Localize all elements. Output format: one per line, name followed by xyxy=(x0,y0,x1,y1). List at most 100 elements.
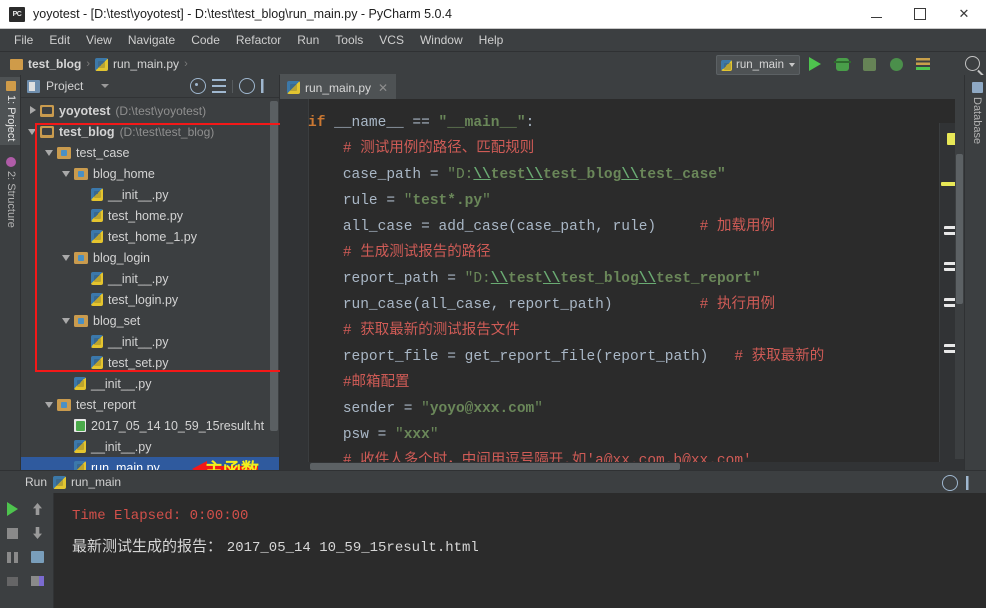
menu-tools[interactable]: Tools xyxy=(327,31,371,49)
menu-navigate[interactable]: Navigate xyxy=(120,31,183,49)
tree-item-yoyotest[interactable]: yoyotest (D:\test\yoyotest) xyxy=(21,100,279,121)
tree-item-test-login-py[interactable]: test_login.py xyxy=(21,289,279,310)
breadcrumb-run-main[interactable]: run_main.py xyxy=(95,57,179,71)
tree-item-blog-set[interactable]: blog_set xyxy=(21,310,279,331)
menu-view[interactable]: View xyxy=(78,31,120,49)
close-button[interactable]: ✕ xyxy=(942,0,986,28)
menu-run[interactable]: Run xyxy=(289,31,327,49)
tree-item-init-py[interactable]: __init__.py xyxy=(21,373,279,394)
project-tree[interactable]: yoyotest (D:\test\yoyotest) test_blog (D:\t… xyxy=(21,98,279,471)
tree-item-label: __init__.py xyxy=(91,376,152,391)
console-report-value: 2017_05_14 10_59_15result.html xyxy=(226,540,479,556)
coverage-button[interactable] xyxy=(858,54,880,74)
menu-help[interactable]: Help xyxy=(471,31,512,49)
project-tool-window: Project yoyotest (D:\test\yoyotest) test_b… xyxy=(21,75,295,481)
code-line: if __name__ == "__main__": xyxy=(308,110,940,136)
code-token: # 执行用例 xyxy=(699,297,775,313)
tree-item-test-home-1-py[interactable]: test_home_1.py xyxy=(21,226,279,247)
tree-twisty-down-icon[interactable] xyxy=(61,168,72,179)
collapse-all-icon[interactable] xyxy=(212,79,226,93)
stop-button[interactable] xyxy=(0,521,25,545)
tree-item-blog-login[interactable]: blog_login xyxy=(21,247,279,268)
close-icon[interactable]: ✕ xyxy=(378,81,388,95)
pause-button[interactable] xyxy=(0,545,25,569)
minimize-button[interactable] xyxy=(854,0,898,28)
gear-icon[interactable] xyxy=(239,78,255,94)
menu-vcs[interactable]: VCS xyxy=(371,31,412,49)
run-configuration-selector[interactable]: run_main xyxy=(716,55,800,75)
hide-panel-icon[interactable] xyxy=(261,79,275,93)
code-token: if xyxy=(308,115,326,131)
gear-icon[interactable] xyxy=(942,475,958,491)
tree-item-label: blog_set xyxy=(93,313,141,328)
breadcrumb-test-blog[interactable]: test_blog xyxy=(10,57,81,71)
print-button[interactable] xyxy=(25,569,50,593)
tree-twisty-down-icon[interactable] xyxy=(44,399,55,410)
code-token: test_blog xyxy=(560,271,639,287)
sidebar-tab-database[interactable]: Database xyxy=(965,79,986,147)
sidebar-tab-structure[interactable]: 2: Structure xyxy=(0,153,20,232)
run-panel-toolbar-left xyxy=(0,493,25,608)
tree-item-test-blog[interactable]: test_blog (D:\test\test_blog) xyxy=(21,121,279,142)
scrollbar-thumb[interactable] xyxy=(310,463,680,470)
tree-twisty-right-icon[interactable] xyxy=(27,105,38,116)
menu-refactor[interactable]: Refactor xyxy=(228,31,289,49)
search-everywhere-icon[interactable] xyxy=(965,56,980,71)
code-token: sender xyxy=(342,401,396,417)
menu-edit[interactable]: Edit xyxy=(41,31,78,49)
code-line: # 测试用例的路径、匹配规则 xyxy=(308,136,940,162)
code-editor[interactable]: if __name__ == "__main__": # 测试用例的路径、匹配规… xyxy=(280,99,986,471)
python-file-icon xyxy=(91,293,103,306)
chevron-down-icon[interactable] xyxy=(101,84,109,88)
console-line-report: 最新测试生成的报告： 2017_05_14 10_59_15result.htm… xyxy=(72,531,986,563)
tree-item-init-py[interactable]: __init__.py xyxy=(21,331,279,352)
maximize-button[interactable] xyxy=(898,0,942,28)
project-tree-scrollbar[interactable] xyxy=(270,101,278,451)
stack-trace-button[interactable] xyxy=(912,54,934,74)
scroll-down-button[interactable] xyxy=(25,521,50,545)
menu-file[interactable]: File xyxy=(6,31,41,49)
grid-button[interactable] xyxy=(0,569,25,593)
menu-code[interactable]: Code xyxy=(183,31,228,49)
menu-window[interactable]: Window xyxy=(412,31,471,49)
code-token: xxx xyxy=(403,427,430,443)
code-token: \\ xyxy=(621,167,639,183)
hide-panel-icon[interactable] xyxy=(966,476,980,490)
tree-twisty-down-icon[interactable] xyxy=(27,126,38,137)
python-file-icon xyxy=(74,440,86,453)
code-line: report_file = get_report_file(report_pat… xyxy=(308,344,940,370)
editor-gutter[interactable] xyxy=(280,99,309,471)
tree-item-run-main-py[interactable]: run_main.py xyxy=(21,457,279,471)
tree-item-init-py[interactable]: __init__.py xyxy=(21,184,279,205)
profile-button[interactable] xyxy=(885,54,907,74)
tree-item-test-home-py[interactable]: test_home.py xyxy=(21,205,279,226)
tree-item-init-py[interactable]: __init__.py xyxy=(21,436,279,457)
tree-item-test-case[interactable]: test_case xyxy=(21,142,279,163)
code-content[interactable]: if __name__ == "__main__": # 测试用例的路径、匹配规… xyxy=(308,110,940,471)
run-button[interactable] xyxy=(804,54,826,74)
run-console[interactable]: Time Elapsed: 0:00:00 最新测试生成的报告： 2017_05… xyxy=(54,493,986,608)
editor-vertical-scrollbar[interactable] xyxy=(955,99,964,459)
tree-item-2017-05-14-10-59-15result-ht[interactable]: 2017_05_14 10_59_15result.ht xyxy=(21,415,279,436)
tree-twisty-down-icon[interactable] xyxy=(61,252,72,263)
soft-wrap-button[interactable] xyxy=(25,545,50,569)
tree-item-init-py[interactable]: __init__.py xyxy=(21,268,279,289)
editor-tab-run-main[interactable]: run_main.py ✕ xyxy=(280,74,397,99)
rerun-button[interactable] xyxy=(0,497,25,521)
scrollbar-thumb[interactable] xyxy=(956,154,963,304)
scroll-from-source-icon[interactable] xyxy=(190,78,206,94)
code-token: == xyxy=(403,115,439,131)
tree-item-test-set-py[interactable]: test_set.py xyxy=(21,352,279,373)
tree-twisty-down-icon[interactable] xyxy=(44,147,55,158)
scrollbar-thumb[interactable] xyxy=(270,101,278,431)
tree-item-blog-home[interactable]: blog_home xyxy=(21,163,279,184)
sidebar-tab-project[interactable]: 1: Project xyxy=(0,77,20,146)
sidebar-tab-label: 2: Structure xyxy=(5,171,17,228)
debug-button[interactable] xyxy=(831,54,853,74)
scroll-up-button[interactable] xyxy=(25,497,50,521)
tree-item-test-report[interactable]: test_report xyxy=(21,394,279,415)
tree-twisty-down-icon[interactable] xyxy=(61,315,72,326)
